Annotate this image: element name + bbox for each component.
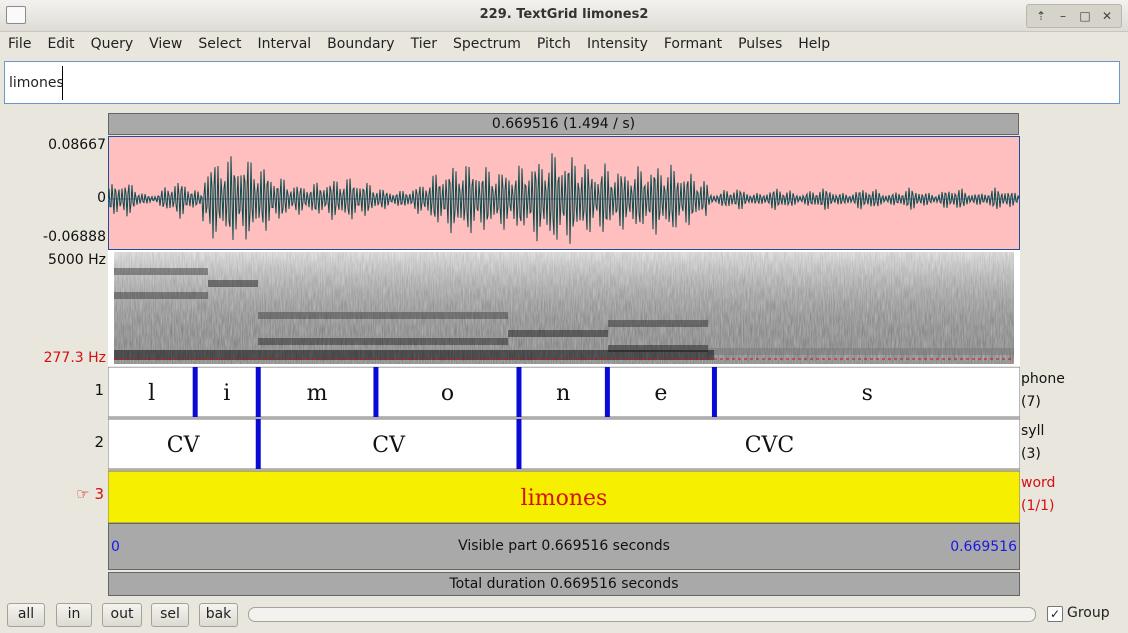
formant-band [258,312,508,319]
zoom-all-button[interactable]: all [7,603,45,627]
tier-1-number: 1 [94,381,104,399]
tier-2-count: (3) [1021,446,1041,462]
tier-1-boundary[interactable] [255,367,261,417]
menu-file[interactable]: File [0,36,39,52]
horizontal-scrollbar[interactable] [248,607,1036,622]
formant-band [708,348,1014,355]
tier-1-boundary[interactable] [711,367,717,417]
selected-tier-pointer-icon: ☞ [76,485,90,503]
text-caret [62,66,63,100]
formant-band [114,268,208,275]
maximize-icon[interactable]: □ [1075,7,1095,25]
tier-1-interval-label[interactable]: l [148,381,155,406]
menu-select[interactable]: Select [190,36,249,52]
tier-2-name: syll (3) [1021,420,1044,466]
menu-pulses[interactable]: Pulses [730,36,790,52]
group-label: Group [1067,605,1110,621]
interval-text-value: limones [9,75,64,91]
formant-band [208,280,258,287]
keep-above-icon[interactable]: ⇡ [1031,7,1051,25]
tier-1-interval-label[interactable]: m [307,381,328,406]
interval-text-field[interactable]: limones [4,61,1120,104]
tier-3-number: ☞ 3 [4,485,104,503]
tier-3-number-text: 3 [94,485,104,503]
visible-part-label: Visible part 0.669516 seconds [458,538,670,554]
tier-1-interval-label[interactable]: n [556,381,570,406]
wave-zero-label: 0 [97,190,106,206]
spectrogram-panel[interactable] [108,250,1020,366]
tier-2-boundary[interactable] [255,419,261,469]
menu-pitch[interactable]: Pitch [529,36,579,52]
menu-spectrum[interactable]: Spectrum [445,36,529,52]
menu-view[interactable]: View [141,36,190,52]
waveform-panel[interactable] [108,136,1020,250]
tier-3-count: (1/1) [1021,498,1055,514]
zoom-in-button[interactable]: in [56,603,92,627]
menu-tier[interactable]: Tier [403,36,445,52]
group-checkbox[interactable]: ✓ [1047,606,1063,622]
tier-1-boundary[interactable] [192,367,198,417]
formant-band [608,320,708,327]
zoom-selection-button[interactable]: sel [151,603,189,627]
tier-1-interval-label[interactable]: s [862,381,873,406]
textgrid-tiers[interactable]: l i m o n e sCV CV CVClimones [108,367,1020,523]
tier-1-interval-label[interactable]: i [223,381,230,406]
wave-min-label: -0.06888 [43,229,106,245]
pitch-floor-label: 277.3 Hz [43,350,106,366]
menu-help[interactable]: Help [790,36,838,52]
tier-2-interval-label[interactable]: CV [167,433,201,458]
menu-boundary[interactable]: Boundary [319,36,402,52]
wave-max-label: 0.08667 [48,137,106,153]
menu-query[interactable]: Query [83,36,142,52]
menu-interval[interactable]: Interval [250,36,320,52]
zoom-out-button[interactable]: out [102,603,142,627]
spectrogram-max-label: 5000 Hz [48,252,106,268]
tier-3-name: word (1/1) [1021,472,1055,518]
menu-formant[interactable]: Formant [656,36,730,52]
tier-3-interval-label[interactable]: limones [521,486,608,511]
tier-2-number: 2 [94,433,104,451]
window-controls: ⇡ – □ ✕ [1026,4,1122,28]
tier-1-boundary[interactable] [516,367,522,417]
formant-band [508,330,608,337]
minimize-icon[interactable]: – [1053,7,1073,25]
visible-end-time: 0.669516 [950,539,1017,555]
tier-1-interval-label[interactable]: o [441,381,454,406]
window-title: 229. TextGrid limones2 [479,7,649,22]
menu-intensity[interactable]: Intensity [579,36,656,52]
menu-edit[interactable]: Edit [39,36,82,52]
zoom-back-button[interactable]: bak [199,603,238,627]
tier-1-name: phone (7) [1021,368,1065,414]
tier-2-boundary[interactable] [516,419,522,469]
visible-part-bar[interactable]: 0 Visible part 0.669516 seconds 0.669516 [108,523,1020,570]
tier-2-name-text: syll [1021,423,1045,439]
tier-1-boundary[interactable] [604,367,610,417]
close-icon[interactable]: ✕ [1097,7,1117,25]
tier-2-interval-label[interactable]: CV [372,433,406,458]
tier-1-interval-label[interactable]: e [654,381,667,406]
tier-2-background[interactable] [108,418,1020,470]
tier-2-interval-label[interactable]: CVC [745,433,795,458]
tier-3-name-text: word [1021,475,1056,491]
tier-1-count: (7) [1021,394,1041,410]
selection-duration-bar[interactable]: 0.669516 (1.494 / s) [108,113,1019,135]
tier-1-boundary[interactable] [373,367,379,417]
formant-band [114,292,208,299]
total-duration-bar[interactable]: Total duration 0.669516 seconds [108,572,1020,596]
formant-band [258,338,508,345]
menu-bar: File Edit Query View Select Interval Boundary T… [0,31,1128,57]
tier-1-name-text: phone [1021,371,1065,387]
spectrogram-shade [114,252,1014,364]
